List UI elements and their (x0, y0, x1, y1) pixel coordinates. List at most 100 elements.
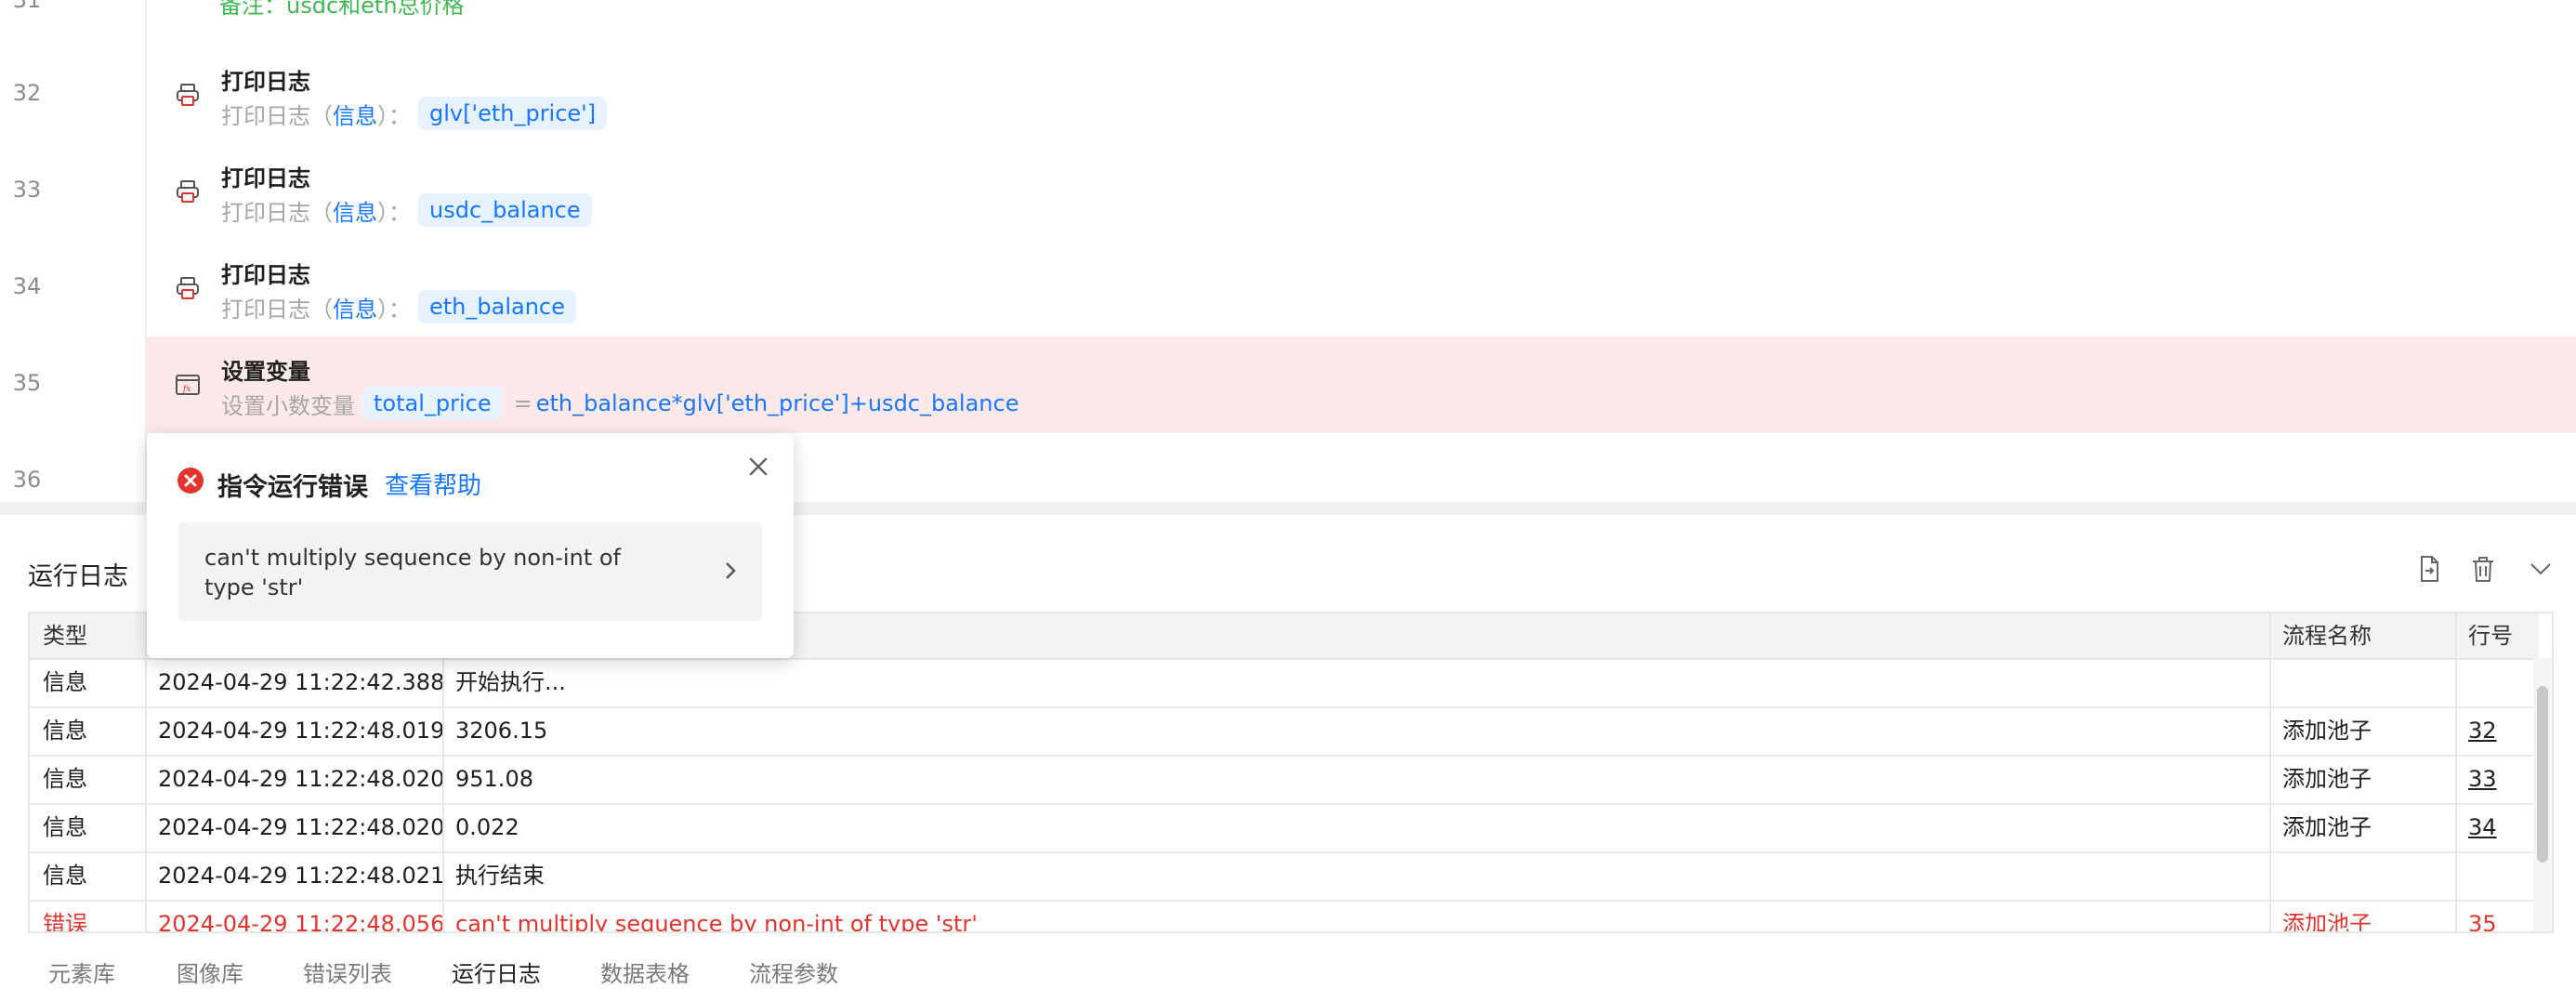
column-header[interactable]: 流程名称 (2269, 613, 2455, 658)
cell-flow: 添加池子 (2282, 718, 2372, 744)
column-divider (145, 613, 147, 931)
printer-icon (177, 84, 199, 106)
variable-chip[interactable]: total_price (362, 387, 503, 420)
cell-time: 2024-04-29 11:22:48.021 (158, 863, 442, 889)
column-divider (442, 613, 444, 931)
column-header[interactable]: 类型 (30, 613, 145, 658)
cell-content: 3206.15 (455, 718, 548, 744)
cell-content: 0.022 (455, 814, 519, 840)
function-icon: fx (176, 375, 200, 395)
printer-icon (177, 277, 199, 299)
cell-type: 信息 (43, 766, 87, 792)
table-row-error[interactable]: 错误 2024-04-29 11:22:48.056 can't multipl… (30, 900, 2539, 933)
cell-line-link[interactable]: 34 (2455, 803, 2539, 851)
error-icon (177, 468, 204, 494)
step-title: 设置变量 (221, 359, 310, 385)
table-scrollbar[interactable] (2533, 658, 2552, 931)
step-description: 打印日志（ 信息）： eth_balance (221, 290, 576, 323)
column-divider (2455, 613, 2457, 931)
step-print-log[interactable]: 打印日志 打印日志（ 信息）： glv['eth_price'] (147, 46, 2576, 143)
line-number: 33 (12, 177, 42, 203)
tab-element-library[interactable]: 元素库 (48, 956, 115, 988)
scrollbar-thumb[interactable] (2537, 686, 2548, 863)
cell-content: 951.08 (455, 766, 533, 792)
cell-flow (2269, 658, 2455, 706)
line-number: 36 (12, 467, 42, 493)
cell-type: 信息 (43, 669, 87, 695)
step-note: 备注：usdc和eth总价格 (219, 0, 465, 19)
step-description: 设置小数变量 total_price = eth_balance*glv['eth… (221, 387, 1019, 420)
popover-title: 指令运行错误 (217, 473, 368, 502)
log-level-keyword[interactable]: 信息 (333, 194, 377, 227)
line-number: 32 (12, 80, 42, 106)
cell-flow: 添加池子 (2282, 814, 2372, 840)
equals-sign: = (513, 390, 532, 416)
printer-icon (177, 180, 199, 203)
cell-content: 开始执行... (455, 669, 566, 695)
line-number: 35 (12, 370, 42, 396)
cell-time: 2024-04-29 11:22:48.020 (158, 814, 442, 840)
tab-run-log[interactable]: 运行日志 (452, 956, 541, 988)
cell-time: 2024-04-29 11:22:42.388 (158, 669, 442, 695)
log-level-keyword[interactable]: 信息 (333, 291, 377, 323)
bottom-tab-bar: 元素库 图像库 错误列表 运行日志 数据表格 流程参数 (0, 943, 2576, 1002)
cell-time: 2024-04-29 11:22:48.019 (158, 718, 442, 744)
variable-chip[interactable]: usdc_balance (418, 193, 592, 227)
export-icon[interactable] (2414, 554, 2444, 584)
table-row[interactable]: 信息 2024-04-29 11:22:48.021 执行结束 (30, 851, 2539, 902)
tab-error-list[interactable]: 错误列表 (303, 956, 392, 988)
chevron-right-icon[interactable] (717, 558, 743, 584)
table-row[interactable]: 信息 2024-04-29 11:22:42.388 开始执行... (30, 658, 2539, 708)
variable-chip[interactable]: glv['eth_price'] (418, 97, 608, 130)
flow-editor: 31 备注：usdc和eth总价格 32 33 34 35 36 打印日志 打印… (0, 0, 2576, 502)
desc-suffix: ）： (377, 296, 411, 323)
cell-type: 信息 (43, 863, 87, 889)
cell-line-link[interactable]: 35 (2455, 900, 2539, 931)
cell-time: 2024-04-29 11:22:48.020 (158, 766, 442, 792)
step-title: 打印日志 (221, 262, 310, 288)
desc-suffix: ）： (377, 199, 411, 226)
panel-title: 运行日志 (28, 562, 128, 591)
cell-line-link[interactable] (2455, 658, 2539, 706)
line-number: 31 (12, 0, 42, 13)
table-row[interactable]: 信息 2024-04-29 11:22:48.019 3206.15 添加池子 … (30, 706, 2539, 757)
log-level-keyword[interactable]: 信息 (333, 98, 377, 130)
cell-type: 信息 (43, 718, 87, 744)
column-header[interactable]: 行号 (2455, 613, 2539, 658)
desc-prefix: 打印日志（ (221, 102, 333, 129)
tab-flow-params[interactable]: 流程参数 (749, 956, 838, 988)
cell-line-link[interactable] (2455, 851, 2539, 900)
trash-icon[interactable] (2468, 554, 2498, 584)
tab-data-table[interactable]: 数据表格 (600, 956, 690, 988)
table-row[interactable]: 信息 2024-04-29 11:22:48.020 0.022 添加池子 34 (30, 803, 2539, 853)
cell-content: can't multiply sequence by non-int of ty… (455, 911, 978, 933)
cell-content: 执行结束 (455, 863, 545, 889)
table-row[interactable]: 信息 2024-04-29 11:22:48.020 951.08 添加池子 3… (30, 755, 2539, 805)
tab-image-library[interactable]: 图像库 (177, 956, 243, 988)
cell-time: 2024-04-29 11:22:48.056 (158, 911, 442, 933)
step-set-variable[interactable]: fx 设置变量 设置小数变量 total_price = eth_balance*… (147, 336, 2576, 433)
svg-text:fx: fx (182, 385, 191, 394)
expression-text[interactable]: eth_balance*glv['eth_price']+usdc_balanc… (536, 390, 1019, 416)
cell-line-link[interactable]: 32 (2455, 706, 2539, 755)
step-print-log[interactable]: 打印日志 打印日志（ 信息）： eth_balance (147, 240, 2576, 336)
desc-prefix: 设置小数变量 (221, 392, 355, 419)
step-print-log[interactable]: 打印日志 打印日志（ 信息）： usdc_balance (147, 143, 2576, 240)
desc-prefix: 打印日志（ (221, 296, 333, 323)
line-gutter (0, 0, 147, 502)
error-message-box[interactable]: can't multiply sequence by non-int of ty… (178, 522, 762, 621)
cell-line-link[interactable]: 33 (2455, 755, 2539, 803)
close-icon[interactable] (743, 452, 773, 481)
variable-chip[interactable]: eth_balance (418, 290, 576, 323)
step-description: 打印日志（ 信息）： glv['eth_price'] (221, 97, 608, 130)
cell-flow (2269, 851, 2455, 900)
chevron-down-icon[interactable] (2526, 554, 2556, 584)
cell-flow: 添加池子 (2282, 911, 2372, 933)
desc-prefix: 打印日志（ (221, 199, 333, 226)
step-description: 打印日志（ 信息）： usdc_balance (221, 193, 592, 227)
help-link[interactable]: 查看帮助 (385, 467, 481, 501)
step-title: 打印日志 (221, 69, 310, 95)
error-popover: 指令运行错误 查看帮助 can't multiply sequence by n… (147, 433, 794, 658)
cell-type: 信息 (43, 814, 87, 840)
cell-flow: 添加池子 (2282, 766, 2372, 792)
